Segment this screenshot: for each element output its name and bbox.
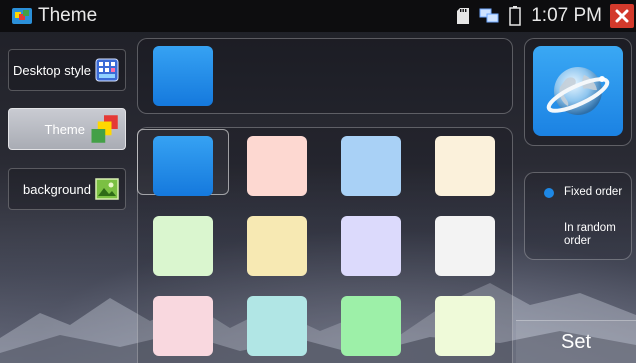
set-button-label: Set [560,330,592,353]
theme-swatch[interactable] [341,296,401,356]
status-bar: Theme 1:07 PM [0,0,636,32]
sd-card-icon [457,8,470,24]
theme-swatch[interactable] [153,136,213,196]
close-icon [615,9,629,23]
battery-icon [509,6,521,26]
tab-background[interactable]: background [8,168,126,210]
globe-icon [546,67,610,115]
set-button[interactable]: Set [516,320,636,363]
theme-swatch[interactable] [435,136,495,196]
option-fixed-order-label: Fixed order [564,186,623,198]
theme-swatch[interactable] [247,296,307,356]
theme-swatch[interactable] [153,296,213,356]
radio-unselected-indicator [544,224,554,234]
option-fixed-order[interactable]: Fixed order [544,186,630,199]
app-title: Theme [38,5,98,26]
theme-icon [91,115,118,143]
tab-theme[interactable]: Theme [8,108,126,150]
tab-desktop-style-label: Desktop style [12,62,91,78]
radio-selected-indicator [544,188,554,198]
theme-swatch[interactable] [435,296,495,356]
network-icon [479,8,499,23]
desktop-style-icon [95,58,119,82]
clock: 1:07 PM [531,5,602,26]
tab-theme-label: Theme [44,121,85,137]
option-random-order[interactable]: In random order [544,222,624,248]
theme-swatch[interactable] [247,216,307,276]
tab-background-label: background [23,181,91,197]
theme-swatch[interactable] [341,136,401,196]
theme-swatch[interactable] [247,136,307,196]
theme-swatch[interactable] [153,216,213,276]
option-random-order-label: In random order [564,222,616,247]
close-button[interactable] [610,4,634,28]
background-image-icon [95,178,119,200]
theme-preview-tile [153,46,213,106]
globe-logo [533,46,623,136]
tab-desktop-style[interactable]: Desktop style [8,49,126,91]
theme-swatch[interactable] [435,216,495,276]
theme-swatch[interactable] [341,216,401,276]
theme-app-icon [12,8,32,24]
